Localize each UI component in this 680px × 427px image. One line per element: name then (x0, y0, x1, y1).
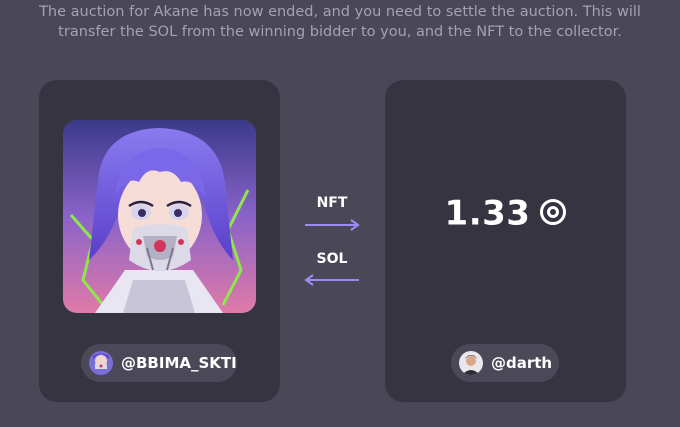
nft-artwork-image (63, 120, 256, 313)
amount-value: 1.33 (444, 193, 531, 234)
seller-handle-pill[interactable]: @BBIMA_SKTI (81, 344, 237, 382)
seller-avatar (89, 351, 113, 375)
winner-handle: @darth (491, 354, 553, 372)
winner-avatar (459, 351, 483, 375)
settle-notice-line-2: transfer the SOL from the winning bidder… (58, 24, 622, 40)
nft-card: @BBIMA_SKTI (39, 80, 280, 402)
winning-bid-amount: 1.33 (385, 192, 626, 234)
left-arrow-icon (304, 274, 360, 286)
settle-notice-line-1: The auction for Akane has now ended, and… (39, 4, 641, 20)
sol-icon (540, 198, 567, 225)
sol-card: 1.33 @darth (385, 80, 626, 402)
seller-handle: @BBIMA_SKTI (121, 354, 237, 372)
right-arrow-icon (304, 219, 360, 231)
settle-notice: The auction for Akane has now ended, and… (0, 2, 680, 42)
sol-transfer-label: SOL (316, 251, 348, 267)
winner-handle-pill[interactable]: @darth (451, 344, 559, 382)
nft-transfer-label: NFT (316, 195, 348, 211)
